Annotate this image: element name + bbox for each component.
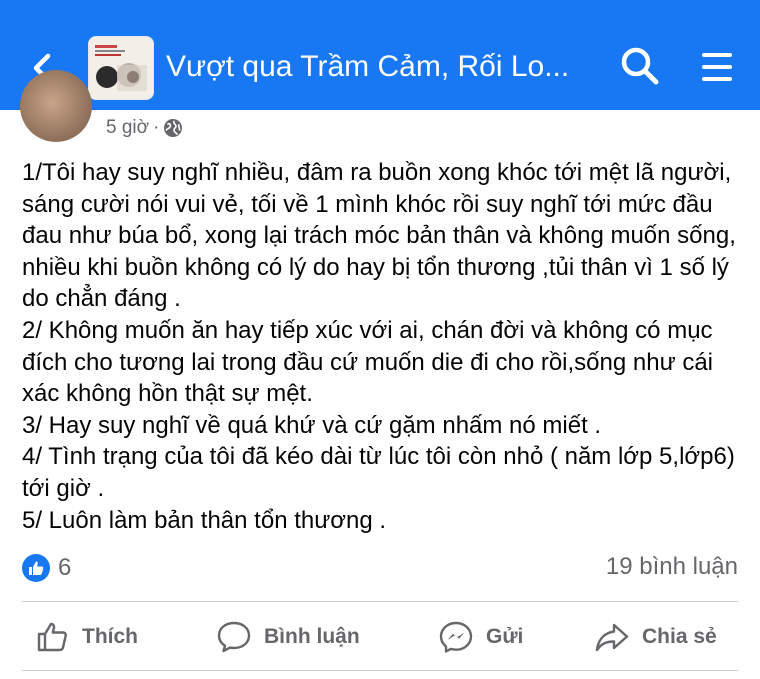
share-label: Chia sẻ <box>642 625 717 648</box>
thumbs-up-icon <box>37 622 67 652</box>
post-paragraph: 2/ Không muốn ăn hay tiếp xúc với ai, ch… <box>22 316 713 408</box>
send-button[interactable]: Gửi <box>438 612 523 662</box>
share-arrow-icon <box>595 623 629 652</box>
post-paragraph: 1/Tôi hay suy nghĩ nhiều, đâm ra buồn xo… <box>22 159 736 313</box>
like-icon <box>22 554 50 582</box>
group-avatar[interactable] <box>88 36 154 100</box>
group-title[interactable]: Vượt qua Trầm Cảm, Rối Lo... <box>166 47 586 87</box>
meta-separator: · <box>153 117 160 138</box>
post-time[interactable]: 5 giờ <box>106 117 149 139</box>
group-header-bar: Vượt qua Trầm Cảm, Rối Lo... <box>0 0 760 110</box>
comment-label: Bình luận <box>264 625 360 648</box>
reaction-count: 6 <box>58 554 72 581</box>
author-avatar[interactable] <box>20 70 92 142</box>
post-actions: Thích Bình luận Gửi Chia sẻ <box>0 612 760 662</box>
post-paragraph: 5/ Luôn làm bản thân tổn thương . <box>22 506 387 534</box>
comment-button[interactable]: Bình luận <box>216 612 360 662</box>
like-label: Thích <box>82 625 138 648</box>
post-paragraph: 4/ Tình trạng của tôi đã kéo dài từ lúc … <box>22 443 735 502</box>
post-text: 1/Tôi hay suy nghĩ nhiều, đâm ra buồn xo… <box>22 157 742 536</box>
messenger-icon <box>439 621 473 653</box>
divider <box>22 670 738 671</box>
globe-icon <box>164 119 183 137</box>
comment-count-link[interactable]: 19 bình luận <box>606 553 738 581</box>
menu-button[interactable] <box>700 50 734 84</box>
comment-bubble-icon <box>217 621 251 653</box>
menu-icon <box>702 53 732 81</box>
search-button[interactable] <box>620 46 660 86</box>
search-icon <box>621 47 659 85</box>
like-button[interactable]: Thích <box>36 612 138 662</box>
send-label: Gửi <box>486 625 524 648</box>
reaction-summary[interactable]: 6 <box>22 554 71 582</box>
divider <box>22 601 738 602</box>
share-button[interactable]: Chia sẻ <box>594 612 717 662</box>
post-paragraph: 3/ Hay suy nghĩ về quá khứ và cứ gặm nhấ… <box>22 411 602 439</box>
post-meta: 5 giờ · <box>106 116 183 140</box>
